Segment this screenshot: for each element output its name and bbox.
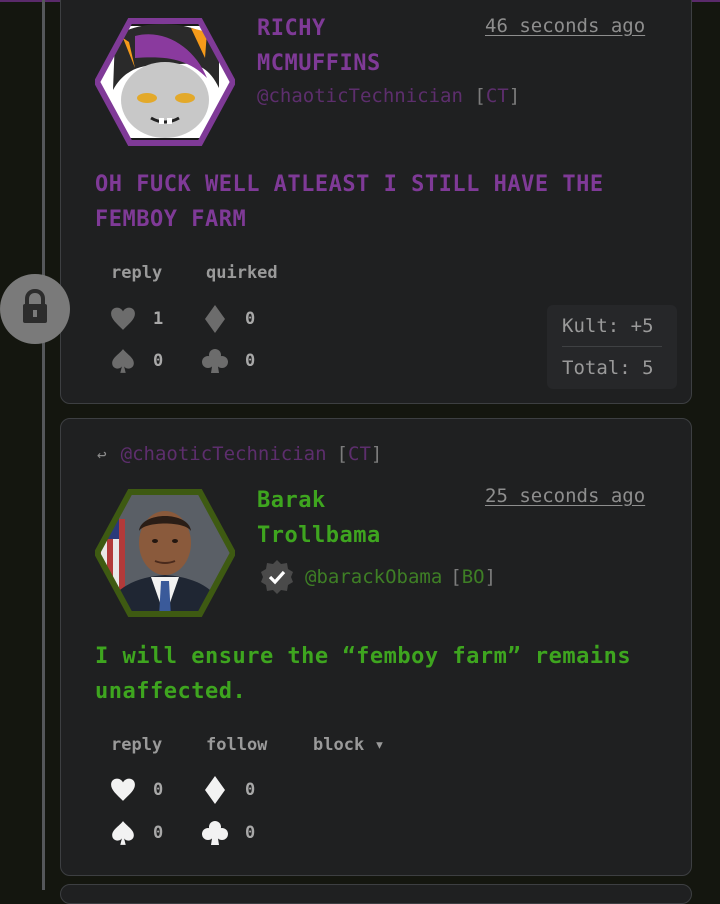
code-bracket-open: [	[450, 566, 462, 588]
handle-text[interactable]: @barackObama	[305, 566, 442, 588]
kult-score: Kult: +5	[562, 315, 654, 337]
follow-button[interactable]: follow	[206, 735, 267, 755]
club-count: 0	[245, 823, 256, 843]
heart-count: 0	[153, 780, 164, 800]
timestamp[interactable]: 46 seconds ago	[485, 15, 645, 37]
reply-to-handle[interactable]: @chaoticTechnician	[121, 443, 327, 465]
user-handle[interactable]: @chaoticTechnician [CT]	[257, 85, 520, 107]
spade-stat[interactable]: 0	[109, 347, 163, 375]
post-body: I will ensure the “femboy farm” remains …	[95, 644, 632, 704]
score-box: Kult: +5 Total: 5	[547, 305, 677, 389]
score-divider	[562, 346, 662, 347]
code-bracket-close: ]	[508, 85, 521, 107]
verified-badge-icon	[259, 559, 295, 595]
total-score: Total: 5	[562, 357, 654, 379]
handle-text[interactable]: @chaoticTechnician	[257, 85, 463, 107]
heart-icon[interactable]	[109, 776, 137, 804]
user-handle[interactable]: @barackObama [BO]	[259, 559, 496, 595]
post-card-2: ↩ @chaoticTechnician [CT] Barak Trollbam…	[60, 418, 692, 876]
spade-icon[interactable]	[109, 347, 137, 375]
post-body: OH FUCK WELL ATLEAST I STILL HAVE THE FE…	[95, 172, 604, 232]
block-dropdown[interactable]: block ▾	[313, 735, 385, 755]
spade-count: 0	[153, 823, 164, 843]
diamond-stat[interactable]: 0	[201, 776, 255, 804]
code-bracket-open: [	[474, 85, 486, 107]
heart-count: 1	[153, 309, 164, 329]
spade-count: 0	[153, 351, 164, 371]
quirked-button[interactable]: quirked	[206, 263, 278, 283]
club-icon[interactable]	[201, 347, 229, 375]
avatar[interactable]	[95, 489, 235, 617]
reply-to-code: CT	[348, 443, 371, 465]
lock-button[interactable]	[0, 274, 70, 344]
next-post-card	[60, 884, 692, 904]
spade-icon[interactable]	[109, 819, 137, 847]
timestamp[interactable]: 25 seconds ago	[485, 485, 645, 507]
thread-line	[42, 0, 45, 890]
display-name[interactable]: Barak Trollbama	[257, 483, 457, 553]
reply-button[interactable]: reply	[111, 263, 162, 283]
diamond-count: 0	[245, 309, 256, 329]
reply-code-bracket-close: ]	[370, 443, 383, 465]
spade-stat[interactable]: 0	[109, 819, 163, 847]
reply-button[interactable]: reply	[111, 735, 162, 755]
diamond-icon[interactable]	[201, 776, 229, 804]
club-count: 0	[245, 351, 256, 371]
heart-stat[interactable]: 0	[109, 776, 163, 804]
reply-code-bracket-open: [	[336, 443, 348, 465]
user-code: BO	[461, 566, 485, 588]
diamond-count: 0	[245, 780, 256, 800]
user-code: CT	[485, 85, 509, 107]
club-stat[interactable]: 0	[201, 819, 255, 847]
reply-arrow-icon: ↩	[97, 444, 107, 464]
reply-to-indicator[interactable]: ↩ @chaoticTechnician [CT]	[97, 443, 382, 465]
avatar[interactable]	[95, 18, 235, 146]
heart-stat[interactable]: 1	[109, 305, 163, 333]
heart-icon[interactable]	[109, 305, 137, 333]
code-bracket-close: ]	[484, 566, 497, 588]
post-card-1: RICHY MCMUFFINS 46 seconds ago @chaoticT…	[60, 0, 692, 404]
club-stat[interactable]: 0	[201, 347, 255, 375]
lock-icon	[20, 288, 50, 329]
diamond-icon[interactable]	[201, 305, 229, 333]
club-icon[interactable]	[201, 819, 229, 847]
diamond-stat[interactable]: 0	[201, 305, 255, 333]
display-name[interactable]: RICHY MCMUFFINS	[257, 11, 457, 81]
